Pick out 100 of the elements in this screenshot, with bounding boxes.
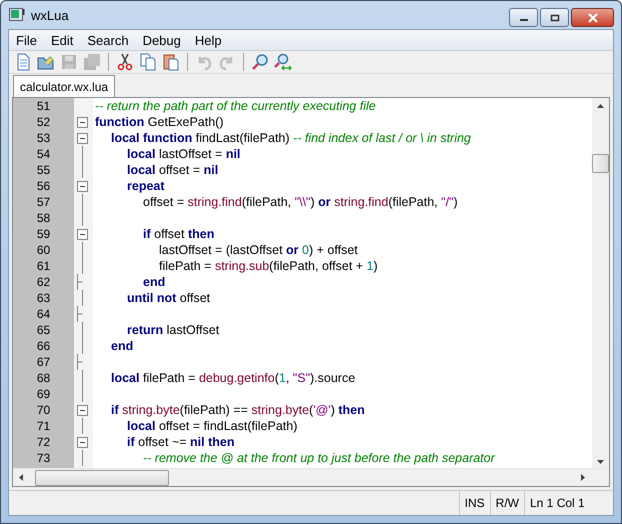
fold-minus-icon[interactable]: [77, 436, 88, 448]
menu-item[interactable]: Debug: [136, 32, 188, 48]
line-number: 67: [36, 355, 52, 369]
code-token: ) + offset: [308, 243, 358, 257]
code-token: ,: [286, 371, 290, 385]
vertical-scrollbar[interactable]: [592, 98, 609, 468]
scroll-down-icon[interactable]: [597, 460, 604, 464]
code-token: then: [188, 227, 214, 241]
scroll-left-icon[interactable]: [19, 474, 23, 481]
code-token: local: [127, 419, 156, 433]
code-token: until not: [127, 291, 176, 305]
status-field: R/W: [490, 491, 524, 515]
scroll-right-icon[interactable]: [581, 474, 585, 481]
code-token: -- find index of last / or \ in string: [293, 131, 471, 145]
code-token: filePath =: [159, 259, 212, 273]
file-tab[interactable]: calculator.wx.lua: [13, 75, 116, 97]
code-token: nil: [204, 163, 218, 177]
code-token: findLast(filePath): [196, 131, 290, 145]
window-title: wxLua: [31, 8, 69, 22]
code-token: ): [454, 195, 458, 209]
code-token: string.byte: [251, 403, 310, 417]
line-number: 55: [36, 163, 52, 177]
menu-item[interactable]: Edit: [44, 32, 80, 48]
line-number: 59: [36, 227, 52, 241]
line-number: 51: [36, 99, 52, 113]
maximize-button[interactable]: [540, 8, 569, 27]
line-number: 73: [36, 451, 52, 465]
code-token: lastOffset = (lastOffset: [159, 243, 283, 257]
find-icon[interactable]: [250, 52, 270, 72]
line-number: 71: [36, 419, 52, 433]
code-token: -- return the path part of the currently executing file: [95, 99, 376, 113]
code-token: 1: [278, 371, 286, 385]
code-token: local: [127, 147, 156, 161]
code-token: string.find: [188, 195, 242, 209]
maximize-icon: [550, 14, 560, 22]
line-number: 62: [36, 275, 52, 289]
line-number: 65: [36, 323, 52, 337]
code-token: lastOffset: [166, 323, 220, 337]
code-token: filePath =: [142, 371, 196, 385]
code-token: repeat: [127, 179, 165, 193]
code-token: ): [330, 403, 335, 417]
scroll-thumb[interactable]: [35, 470, 169, 486]
line-number: 70: [36, 403, 52, 417]
code-token: offset ~=: [138, 435, 187, 449]
menu-item[interactable]: Help: [188, 32, 229, 48]
status-field: Ln 1 Col 1: [524, 491, 613, 515]
code-token: if: [111, 403, 119, 417]
code-token: string.sub: [214, 259, 270, 273]
paste-icon[interactable]: [161, 52, 181, 72]
line-number: 61: [36, 259, 52, 273]
code-token: or: [286, 243, 299, 257]
scroll-thumb[interactable]: [592, 154, 609, 173]
code-token: if: [143, 227, 151, 241]
line-number: 54: [36, 147, 52, 161]
close-button[interactable]: [571, 8, 614, 27]
line-number: 66: [36, 339, 52, 353]
code-token: offset: [154, 227, 184, 241]
code-token: GetExePath(): [148, 115, 224, 129]
code-token: string.byte: [122, 403, 180, 417]
code-token: (filePath,: [388, 195, 438, 209]
line-number: 52: [36, 115, 52, 129]
status-field: INS: [458, 491, 490, 515]
code-token: local function: [111, 131, 192, 145]
minimize-button[interactable]: [509, 8, 538, 27]
code-token: end: [111, 339, 134, 353]
code-token: ): [310, 195, 315, 209]
line-number: 56: [36, 179, 52, 193]
code-editor[interactable]: [12, 97, 610, 487]
code-token: "/": [441, 195, 454, 209]
line-number: 63: [36, 291, 52, 305]
menu-item[interactable]: Search: [80, 32, 136, 48]
copy-icon[interactable]: [138, 52, 158, 72]
fold-minus-icon[interactable]: [77, 180, 88, 192]
line-number: 72: [36, 435, 52, 449]
fold-minus-icon[interactable]: [77, 116, 88, 128]
code-token: lastOffset =: [158, 147, 222, 161]
code-token: return: [127, 323, 164, 337]
replace-icon[interactable]: [273, 52, 293, 72]
code-token: if: [127, 435, 135, 449]
code-token: local: [111, 371, 140, 385]
code-token: (filePath, offset +: [269, 259, 364, 273]
cut-icon[interactable]: [115, 52, 135, 72]
menu-item[interactable]: File: [9, 32, 44, 48]
fold-minus-icon[interactable]: [77, 228, 88, 240]
line-number: 60: [36, 243, 52, 257]
fold-minus-icon[interactable]: [77, 404, 88, 416]
code-token: "S": [292, 371, 310, 385]
line-number: 69: [36, 387, 52, 401]
horizontal-scrollbar[interactable]: [13, 468, 609, 486]
line-number: 58: [36, 211, 52, 225]
code-token: function: [95, 115, 144, 129]
app-icon: [9, 8, 25, 22]
code-token: -- remove the @ at the front up to just before the path separator: [143, 451, 495, 465]
code-token: offset =: [143, 195, 184, 209]
scroll-up-icon[interactable]: [597, 104, 604, 108]
fold-minus-icon[interactable]: [77, 132, 88, 144]
line-number: 53: [36, 131, 52, 145]
code-token: (: [309, 403, 314, 417]
code-token: "\\": [294, 195, 310, 209]
code-token: 0: [302, 243, 309, 257]
